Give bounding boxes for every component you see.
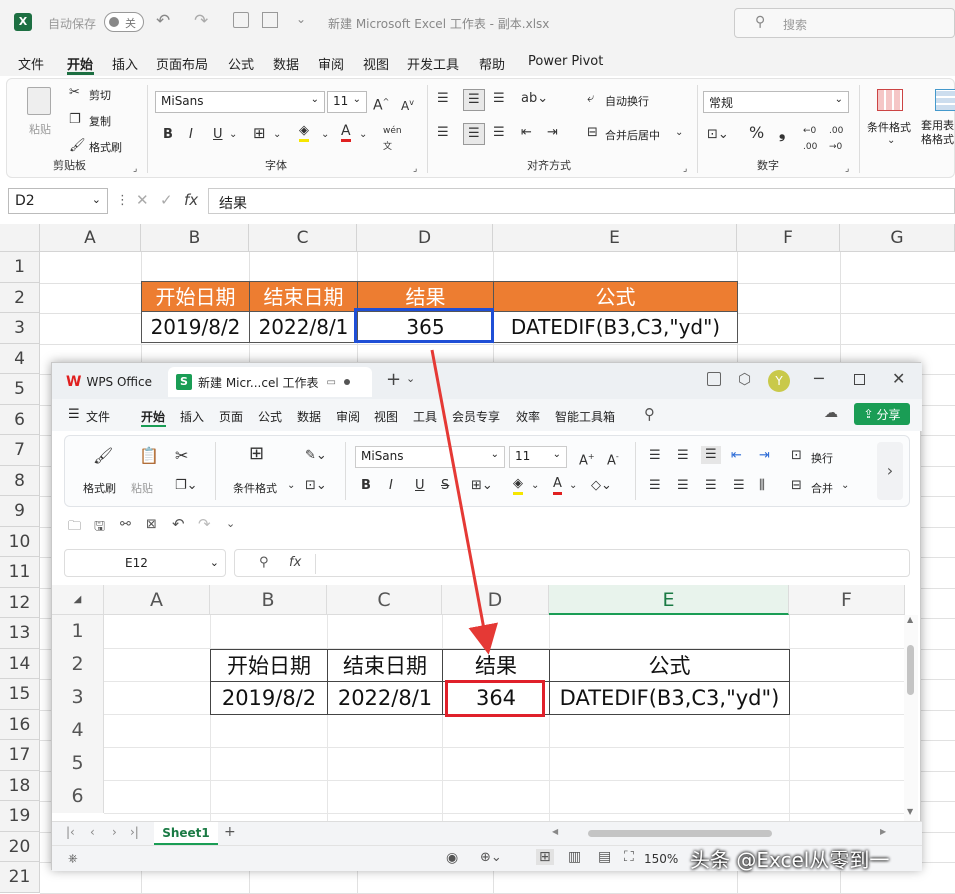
arrow-line	[430, 349, 499, 655]
comparison-arrow	[430, 349, 499, 655]
watermark-text: 头条 @Excel从零到一	[690, 848, 890, 872]
